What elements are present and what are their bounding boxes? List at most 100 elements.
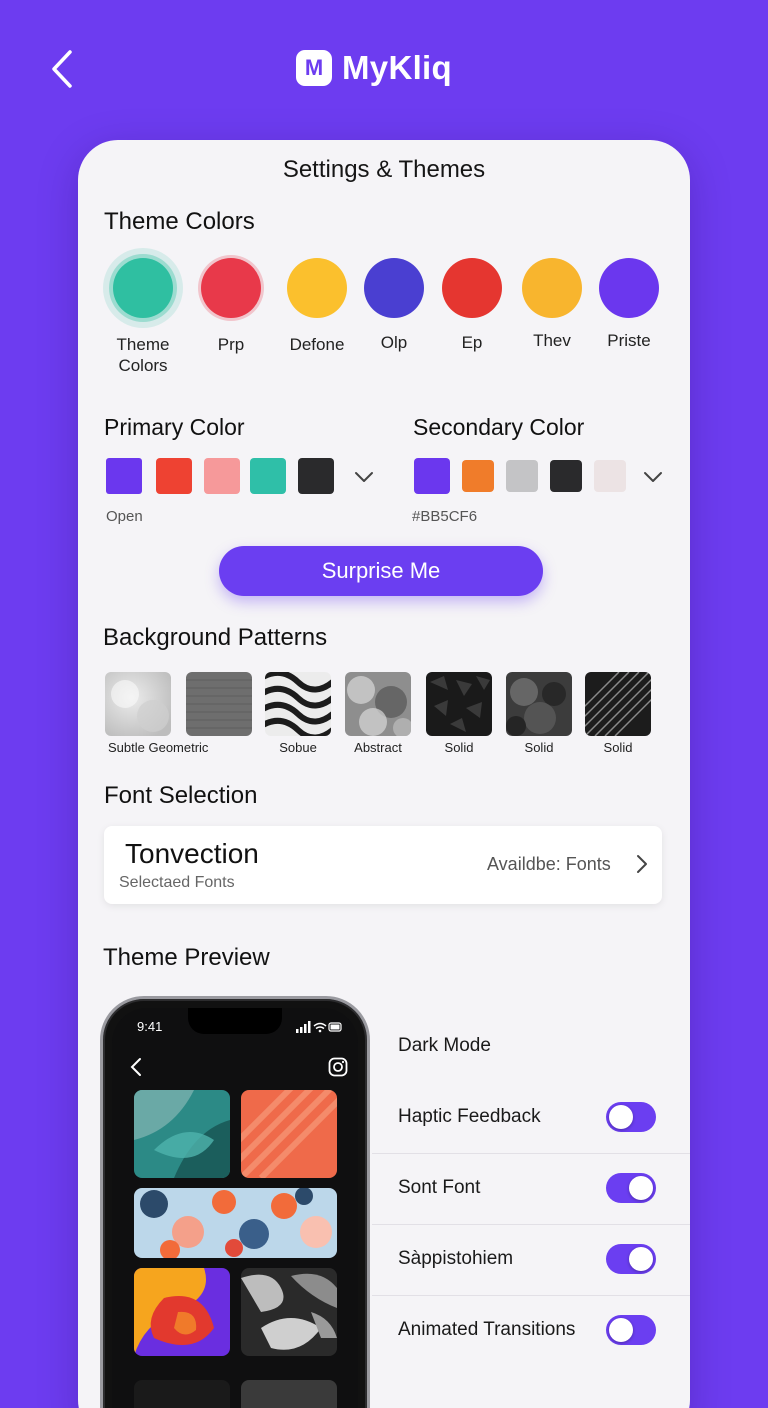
phone-time: 9:41 — [137, 1019, 163, 1034]
toggle-knob — [629, 1247, 653, 1271]
wave-stripes-pattern — [265, 672, 331, 736]
color-swatch — [201, 258, 261, 318]
pattern-label: Abstract — [354, 740, 402, 755]
color-swatch — [599, 258, 659, 318]
pattern-dark-geometric[interactable] — [426, 672, 492, 736]
animated-transitions-toggle[interactable] — [606, 1315, 656, 1345]
dark-clouds-pattern — [506, 672, 572, 736]
dark-geometric-pattern — [426, 672, 492, 736]
primary-swatch[interactable] — [106, 458, 142, 494]
theme-color-label: Theme Colors — [116, 335, 170, 375]
pattern-label: Solid — [444, 740, 474, 755]
toggle-knob — [609, 1318, 633, 1342]
preview-tile-coral — [241, 1090, 337, 1178]
color-swatch — [113, 258, 173, 318]
available-fonts-label: Availdbe: Fonts — [487, 854, 611, 874]
chevron-down-icon[interactable] — [641, 465, 665, 489]
preview-tile-colorful — [134, 1268, 230, 1356]
preview-tile-grey — [241, 1380, 337, 1408]
setting-row-third: Sàppistohiem — [372, 1225, 690, 1296]
grey-clouds-pattern — [345, 672, 411, 736]
pattern-diagonal-stripes[interactable] — [585, 672, 651, 736]
colorful-swirl-art — [134, 1268, 230, 1356]
secondary-color-title: Secondary Color — [413, 414, 585, 440]
app-logo: M — [296, 50, 332, 86]
surprise-me-button[interactable]: Surprise Me — [219, 546, 543, 596]
theme-color-label: Ep — [461, 333, 483, 352]
coral-stripes-art — [241, 1090, 337, 1178]
preview-tile-teal — [134, 1090, 230, 1178]
setting-label: Haptic Feedback — [398, 1106, 541, 1127]
theme-colors-title: Theme Colors — [104, 208, 255, 235]
toggle-knob — [609, 1105, 633, 1129]
theme-color-label: Priste — [607, 331, 651, 350]
phone-screen: 9:41 — [112, 1008, 358, 1408]
font-name: Tonvection — [125, 838, 259, 869]
setting-row-haptic: Haptic Feedback — [372, 1083, 690, 1154]
font-selector[interactable]: Tonvection Selectaed Fonts Availdbe: Fon… — [104, 826, 662, 904]
blob-pattern-art — [134, 1188, 337, 1258]
setting-label: Dark Mode — [398, 1035, 491, 1056]
back-button[interactable] — [44, 46, 84, 92]
primary-swatch[interactable] — [156, 458, 192, 494]
haptic-feedback-toggle[interactable] — [606, 1102, 656, 1132]
app-brand: M MyKliq — [296, 48, 452, 88]
diagonal-stripes-pattern — [585, 672, 651, 736]
primary-swatch[interactable] — [204, 458, 240, 494]
settings-card: Settings & Themes Theme Colors Theme Col… — [78, 140, 690, 1408]
app-name: MyKliq — [342, 49, 452, 86]
chevron-down-icon[interactable] — [352, 465, 376, 489]
background-patterns-title: Background Patterns — [103, 624, 328, 651]
setting-row-font: Sont Font — [372, 1154, 690, 1225]
primary-color-title: Primary Color — [104, 414, 245, 440]
color-swatch — [442, 258, 502, 318]
preview-tile-mono — [241, 1268, 337, 1356]
setting-label: Sàppistohiem — [398, 1248, 514, 1269]
pattern-grey-clouds[interactable] — [345, 672, 411, 736]
font-toggle[interactable] — [606, 1173, 656, 1203]
light-marble-pattern — [105, 672, 171, 736]
setting-label: Sont Font — [398, 1177, 481, 1198]
color-swatch — [287, 258, 347, 318]
chevron-right-icon — [637, 855, 647, 873]
preview-tile-dark — [134, 1380, 230, 1408]
theme-preview-title: Theme Preview — [103, 944, 270, 971]
teal-abstract-art — [134, 1090, 230, 1178]
pattern-label: Solid — [524, 740, 554, 755]
pattern-wave-stripes[interactable] — [265, 672, 331, 736]
font-subtitle: Selectaed Fonts — [119, 874, 235, 891]
camera-icon — [328, 1057, 348, 1077]
font-selection-title: Font Selection — [104, 782, 258, 809]
pattern-dark-clouds[interactable] — [506, 672, 572, 736]
toggle-knob — [629, 1176, 653, 1200]
color-swatch — [364, 258, 424, 318]
primary-swatch[interactable] — [250, 458, 286, 494]
pattern-label: Subtle Geometric — [108, 740, 209, 755]
theme-color-label: Olp — [380, 333, 408, 352]
secondary-swatch[interactable] — [414, 458, 450, 494]
theme-color-label: Prp — [217, 335, 245, 354]
secondary-swatch[interactable] — [550, 460, 582, 492]
primary-caption: Open — [106, 508, 143, 525]
grey-texture-pattern — [186, 672, 252, 736]
phone-notch — [188, 1008, 282, 1034]
pattern-label: Solid — [603, 740, 633, 755]
card-title: Settings & Themes — [282, 156, 486, 183]
setting-toggle[interactable] — [606, 1244, 656, 1274]
setting-row-dark-mode[interactable]: Dark Mode — [372, 1012, 690, 1083]
phone-back-icon — [130, 1058, 141, 1076]
pattern-grey-texture[interactable] — [186, 672, 252, 736]
setting-row-animated: Animated Transitions — [372, 1296, 690, 1367]
primary-swatch[interactable] — [298, 458, 334, 494]
pattern-label: Sobue — [279, 740, 317, 755]
secondary-swatch[interactable] — [462, 460, 494, 492]
chevron-left-icon — [52, 50, 72, 88]
color-swatch — [522, 258, 582, 318]
phone-preview: 9:41 — [100, 996, 370, 1408]
secondary-swatch[interactable] — [594, 460, 626, 492]
preview-tile-pattern — [134, 1188, 337, 1258]
secondary-swatch[interactable] — [506, 460, 538, 492]
secondary-caption: #BB5CF6 — [412, 508, 478, 525]
pattern-light-marble[interactable] — [105, 672, 171, 736]
monochrome-art — [241, 1268, 337, 1356]
